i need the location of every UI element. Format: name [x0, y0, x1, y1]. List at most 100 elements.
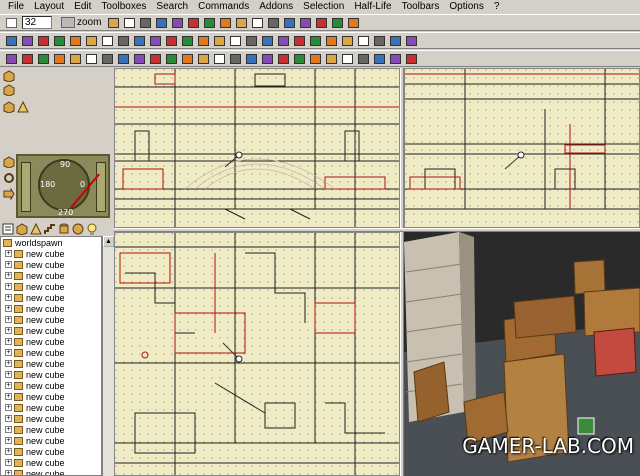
toolbar-button-icon[interactable] — [340, 34, 355, 48]
toolbar-button-icon[interactable] — [20, 52, 35, 66]
expand-icon[interactable]: + — [5, 250, 12, 257]
expand-icon[interactable]: + — [5, 448, 12, 455]
toolbar-button-icon[interactable] — [122, 16, 137, 30]
tree-item[interactable]: + new cube — [1, 358, 101, 369]
toolbar-button-icon[interactable] — [260, 52, 275, 66]
arrow-tool-icon[interactable] — [3, 187, 15, 201]
expand-icon[interactable]: + — [5, 415, 12, 422]
view-3d[interactable]: GAMER-LAB.COM — [404, 232, 640, 476]
toolbar-button-icon[interactable] — [84, 52, 99, 66]
toolbar-button-icon[interactable] — [212, 34, 227, 48]
expand-icon[interactable]: + — [5, 261, 12, 268]
toolbar-button-icon[interactable] — [100, 34, 115, 48]
tree-item[interactable]: + new cube — [1, 325, 101, 336]
toolbar-button-icon[interactable] — [260, 34, 275, 48]
view-bottom-left[interactable] — [114, 232, 400, 476]
menu-item[interactable]: Toolboxes — [96, 0, 151, 14]
toolbar-button-icon[interactable] — [186, 16, 201, 30]
tree-item[interactable]: + new cube — [1, 303, 101, 314]
toolbar-button-icon[interactable] — [116, 34, 131, 48]
toolbar-button-icon[interactable] — [276, 52, 291, 66]
horizontal-splitter[interactable] — [114, 228, 640, 232]
tree-item[interactable]: + new cube — [1, 336, 101, 347]
toolbar-button-icon[interactable] — [228, 52, 243, 66]
compass-widget[interactable]: 90 180 0 270 — [16, 154, 110, 218]
tree-item[interactable]: + new cube — [1, 369, 101, 380]
toolbar-button-icon[interactable] — [68, 52, 83, 66]
toolbar-button-icon[interactable] — [148, 52, 163, 66]
toolbar-button-icon[interactable] — [148, 34, 163, 48]
cone-tool-icon[interactable] — [17, 100, 29, 113]
expand-icon[interactable]: + — [5, 404, 12, 411]
menu-item[interactable]: Commands — [193, 0, 254, 14]
toolbar-button-icon[interactable] — [4, 34, 19, 48]
tree-item[interactable]: + new cube — [1, 270, 101, 281]
tree-item[interactable]: + new cube — [1, 446, 101, 457]
menu-item[interactable]: File — [3, 0, 29, 14]
expand-icon[interactable]: + — [5, 349, 12, 356]
expand-icon[interactable]: + — [5, 316, 12, 323]
toolbar-button-icon[interactable] — [4, 52, 19, 66]
expand-icon[interactable]: + — [5, 283, 12, 290]
expand-icon[interactable]: + — [5, 338, 12, 345]
pitch-bar[interactable] — [21, 162, 31, 212]
tree-item[interactable]: + new cube — [1, 413, 101, 424]
menu-item[interactable]: Selection — [298, 0, 349, 14]
entity-tree[interactable]: worldspawn + new cube + new cube + new cube + n… — [0, 236, 102, 476]
toolbar-button-icon[interactable] — [234, 16, 249, 30]
menu-item[interactable]: Options — [444, 0, 488, 14]
menu-item[interactable]: Layout — [29, 0, 69, 14]
expand-icon[interactable]: + — [5, 382, 12, 389]
tree-item[interactable]: + new cube — [1, 402, 101, 413]
tree-item[interactable]: + new cube — [1, 468, 101, 475]
menu-item[interactable]: Addons — [254, 0, 298, 14]
expand-icon[interactable]: + — [5, 305, 12, 312]
toolbar-button-icon[interactable] — [308, 34, 323, 48]
grid-size-field[interactable]: 32 — [22, 16, 52, 29]
toolbar-button-icon[interactable] — [282, 16, 297, 30]
toolbar-button-icon[interactable] — [356, 52, 371, 66]
toolbar-button-icon[interactable] — [170, 16, 185, 30]
toolbar-button-icon[interactable] — [164, 34, 179, 48]
expand-icon[interactable]: + — [5, 272, 12, 279]
tree-item[interactable]: + new cube — [1, 435, 101, 446]
expand-icon[interactable]: + — [5, 470, 12, 475]
expand-icon[interactable]: + — [5, 371, 12, 378]
toolbar-button-icon[interactable] — [372, 52, 387, 66]
cube-tool-icon[interactable] — [3, 101, 15, 114]
toolbar-button-icon[interactable] — [84, 34, 99, 48]
toolbar-button-icon[interactable] — [404, 52, 419, 66]
grid-icon[interactable] — [4, 16, 19, 30]
tree-item[interactable]: + new cube — [1, 424, 101, 435]
expand-icon[interactable]: + — [5, 393, 12, 400]
toolbar-button-icon[interactable] — [308, 52, 323, 66]
toolbar-button-icon[interactable] — [250, 16, 265, 30]
cube-tool-icon[interactable] — [3, 70, 15, 83]
zoom-control[interactable]: zoom — [57, 17, 105, 28]
toolbar-button-icon[interactable] — [218, 16, 233, 30]
toolbar-button-icon[interactable] — [106, 16, 121, 30]
toolbar-button-icon[interactable] — [180, 52, 195, 66]
toolbar-button-icon[interactable] — [20, 34, 35, 48]
toolbar-button-icon[interactable] — [266, 16, 281, 30]
toolbar-button-icon[interactable] — [292, 34, 307, 48]
tree-item[interactable]: + new cube — [1, 380, 101, 391]
toolbar-button-icon[interactable] — [346, 16, 361, 30]
grid-size-control[interactable]: 32 — [20, 16, 56, 29]
toolbar-button-icon[interactable] — [154, 16, 169, 30]
toolbar-button-icon[interactable] — [138, 16, 153, 30]
toolbar-button-icon[interactable] — [52, 34, 67, 48]
toolbar-button-icon[interactable] — [292, 52, 307, 66]
toolbar-button-icon[interactable] — [298, 16, 313, 30]
toolbar-button-icon[interactable] — [330, 16, 345, 30]
toolbar-button-icon[interactable] — [244, 34, 259, 48]
tree-item[interactable]: + new cube — [1, 248, 101, 259]
toolbar-button-icon[interactable] — [196, 34, 211, 48]
toolbar-button-icon[interactable] — [324, 52, 339, 66]
cone-icon[interactable] — [30, 222, 42, 235]
stairs-icon[interactable] — [44, 223, 56, 235]
toolbar-button-icon[interactable] — [116, 52, 131, 66]
tree-item[interactable]: + new cube — [1, 347, 101, 358]
toolbar-button-icon[interactable] — [100, 52, 115, 66]
tree-scrollbar[interactable]: ▲ — [102, 236, 114, 476]
